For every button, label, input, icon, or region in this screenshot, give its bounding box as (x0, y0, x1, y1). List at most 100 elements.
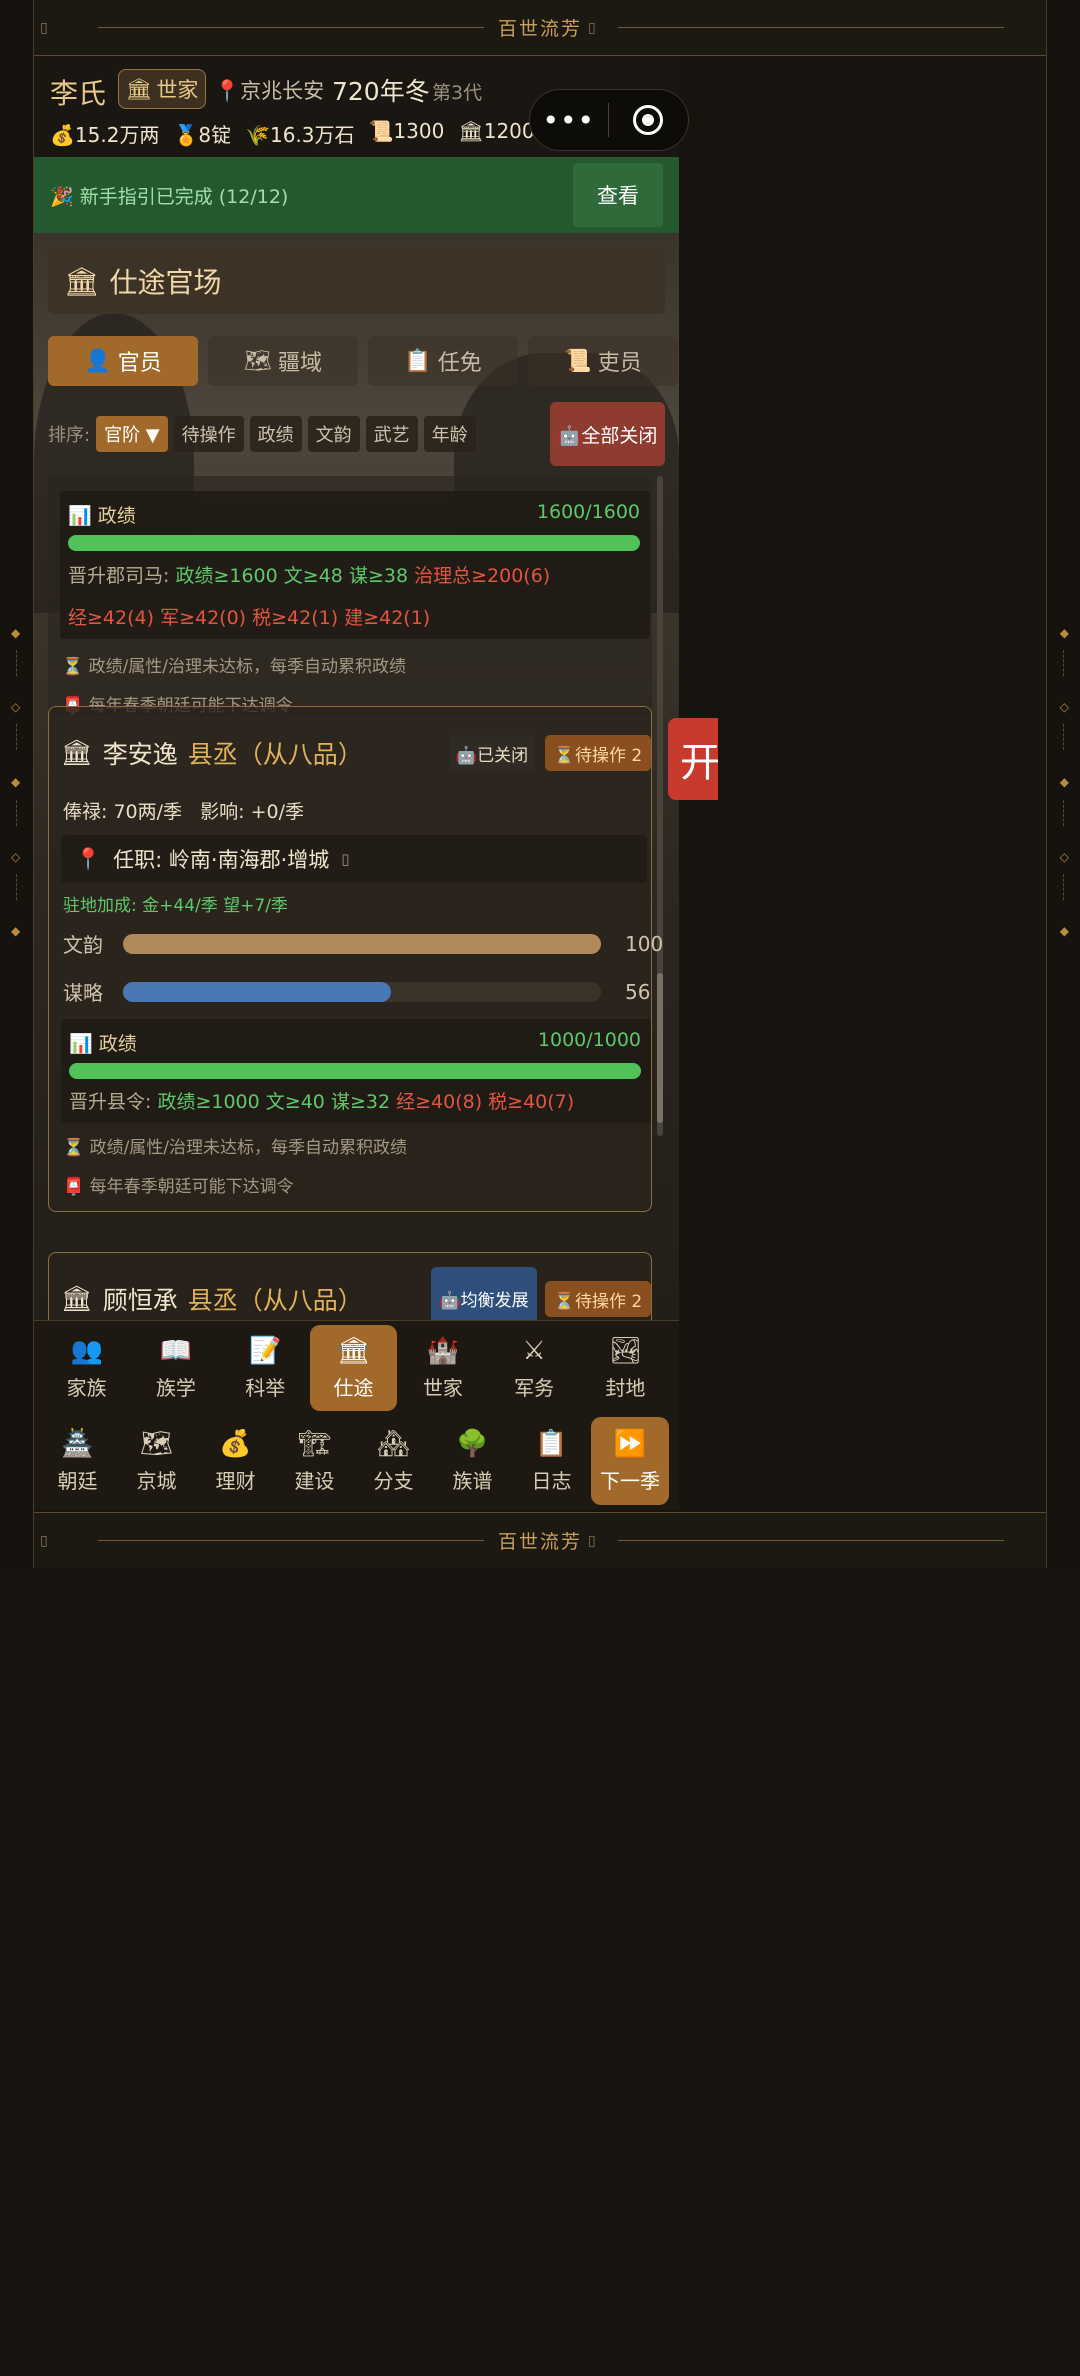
panel-title-bar: 🏛 仕途官场 (48, 248, 665, 314)
auto-mode-button[interactable]: 🤖已关闭 (449, 735, 535, 771)
sort-martial[interactable]: 武艺 (365, 416, 418, 452)
stat-value: 100 (625, 931, 664, 956)
sort-merit[interactable]: 政绩 (249, 416, 302, 452)
official-card: 📊 政绩 1600/1600 晋升郡司马: 政绩≥1600 文≥48 谋≥38 … (48, 476, 652, 716)
diamond-icon: ◆ (1059, 626, 1069, 640)
nav-officialdom[interactable]: 🏛 仕途 (309, 1325, 398, 1411)
nav-fief[interactable]: 🏞 封地 (580, 1325, 671, 1411)
sort-age[interactable]: 年龄 (423, 416, 476, 452)
tab-officials[interactable]: 👤 官员 (48, 336, 198, 386)
resource-bar: 💰15.2万两 🏅8锭 🌾16.3万石 📜1300 🏛1200 (50, 119, 535, 148)
divider (1063, 650, 1064, 676)
memo-icon: 📝 (249, 1335, 282, 1366)
generation: 第3代 (432, 82, 483, 104)
pillar-icon: 🏛 (125, 76, 153, 101)
view-tutorial-button[interactable]: 查看 (573, 163, 663, 227)
sort-literary[interactable]: 文韵 (307, 416, 360, 452)
sort-pending[interactable]: 待操作 (173, 416, 244, 452)
nav-label: 分支 (373, 1468, 414, 1493)
merit-panel: 📊 政绩 1000/1000 晋升县令: 政绩≥1000 文≥40 谋≥32 经… (61, 1019, 651, 1123)
merit-note: ⏳ 政绩/属性/治理未达标，每季自动累积政绩 (62, 657, 407, 677)
chart-icon: 📊 (69, 1033, 93, 1055)
close-program-button[interactable] (609, 105, 689, 135)
auto-mode-button[interactable]: 🤖均衡发展 (431, 1267, 537, 1320)
pending-actions-badge[interactable]: ⏳待操作 2 (545, 735, 651, 771)
diamond-icon: ◆ (1059, 775, 1069, 789)
divider (97, 1540, 484, 1541)
nav-label: 理财 (215, 1468, 256, 1493)
merit-note: ⏳ 政绩/属性/治理未达标，每季自动累积政绩 (63, 1138, 408, 1158)
chart-icon: 📊 (68, 505, 92, 527)
banner-title: 百世流芳 (498, 1531, 583, 1553)
requirement-met: 谋≥32 (330, 1091, 391, 1113)
tab-label: 疆域 (277, 351, 322, 376)
scroll-value: 1300 (393, 119, 445, 143)
family-rank-badge[interactable]: 🏛 世家 (118, 69, 206, 109)
pillar-icon: 🏛 (64, 264, 100, 298)
scrollbar[interactable] (657, 476, 663, 1136)
nav-exam[interactable]: 📝 科举 (221, 1325, 310, 1411)
money-bag-icon: 💰 (219, 1428, 252, 1459)
next-season-button[interactable]: ⏩ 下一季 (591, 1417, 669, 1505)
requirement-unmet: 建≥42(1) (344, 607, 431, 629)
tab-territory[interactable]: 🗺 疆域 (208, 336, 358, 386)
tab-label: 任免 (437, 351, 482, 376)
promotion-requirements-2: 经≥42(4) 军≥42(0) 税≥42(1) 建≥42(1) (68, 603, 430, 630)
sort-rank-dropdown[interactable]: 官阶 ▼ (96, 416, 168, 452)
nav-genealogy[interactable]: 🌳 族谱 (433, 1417, 512, 1505)
person-icon: 👤 (84, 348, 112, 374)
nav-court[interactable]: 🏯 朝廷 (38, 1417, 117, 1505)
nav-finance[interactable]: 💰 理财 (196, 1417, 275, 1505)
badge-label: 世家 (156, 78, 199, 102)
grain-icon: 🌾 (245, 123, 270, 147)
money-bag-icon: 💰 (50, 123, 75, 147)
divider (16, 874, 17, 900)
nav-log[interactable]: 📋 日志 (512, 1417, 591, 1505)
close-all-auto-button[interactable]: 🤖全部关闭 (550, 402, 665, 466)
merit-label: 政绩 (97, 505, 136, 527)
bracket-icon: ▯ (588, 1532, 598, 1549)
scrollbar-thumb[interactable] (657, 973, 663, 1123)
family-name: 李氏 (50, 77, 107, 110)
diamond-outline-icon: ◇ (11, 850, 21, 864)
scroll-resource: 📜1300 (369, 119, 445, 148)
tab-appointments[interactable]: 📋 任免 (368, 336, 518, 386)
right-frame: ◆ ◇ ◆ ◇ ◆ (1046, 0, 1080, 1568)
requirement-unmet: 治理总≥200(6) (414, 565, 551, 587)
side-drawer-tab[interactable]: 开 (668, 718, 720, 800)
bottom-banner: ▯ 百世流芳 ▯ (34, 1512, 1046, 1568)
nav-label: 家族 (66, 1375, 107, 1400)
clipboard-icon: 📋 (404, 348, 432, 374)
diamond-outline-icon: ◇ (1059, 850, 1069, 864)
pending-actions-badge[interactable]: ⏳待操作 2 (545, 1281, 651, 1317)
tree-icon: 🌳 (456, 1428, 489, 1459)
nav-family[interactable]: 👥 家族 (42, 1325, 131, 1411)
tab-clerks[interactable]: 📜 吏员 (528, 336, 678, 386)
requirement-unmet: 经≥42(4) (68, 607, 155, 629)
fast-forward-icon: ⏩ (613, 1428, 647, 1459)
edit-icon: ▯ (341, 850, 350, 868)
merit-progress-bar (69, 1063, 641, 1079)
post-location[interactable]: 📍 任职: 岭南·南海郡·增城 ▯ (61, 835, 647, 883)
salary-row: 俸禄: 70两/季 影响: +0/季 (63, 797, 304, 824)
nav-capital[interactable]: 🗺 京城 (117, 1417, 196, 1505)
official-card[interactable]: 🏛 李安逸 县丞（从八品） 🤖已关闭 ⏳待操作 2 俸禄: 70两/季 影响: … (48, 706, 663, 1212)
divider (617, 1540, 1005, 1541)
more-menu-icon[interactable]: ••• (530, 104, 608, 137)
official-name: 李安逸 (102, 740, 178, 769)
nav-aristocracy[interactable]: 🏰 世家 (397, 1325, 488, 1411)
influence: 影响: +0/季 (200, 801, 305, 823)
nav-clan-school[interactable]: 📖 族学 (131, 1325, 220, 1411)
nav-construction[interactable]: 🏗 建设 (275, 1417, 354, 1505)
diamond-icon: ◆ (11, 626, 21, 640)
nav-label: 族谱 (452, 1468, 493, 1493)
money-resource: 💰15.2万两 (50, 119, 159, 148)
clipboard-icon: 📋 (535, 1428, 568, 1459)
bracket-icon: ▯ (40, 19, 50, 36)
nav-military[interactable]: ⚔ 军务 (488, 1325, 579, 1411)
houses-icon: 🏘 (376, 1428, 410, 1459)
official-rank: 县丞（从八品） (187, 1286, 363, 1315)
gold-value: 8锭 (198, 123, 232, 147)
nav-branches[interactable]: 🏘 分支 (354, 1417, 433, 1505)
official-card[interactable]: 🏛 顾恒承 县丞（从八品） 🤖均衡发展 ⏳待操作 2 (48, 1252, 652, 1320)
